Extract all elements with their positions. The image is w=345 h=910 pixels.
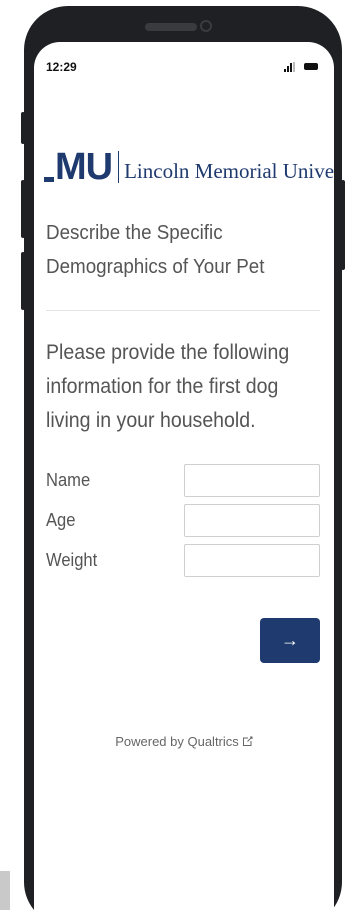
side-button-volume-down — [21, 252, 25, 310]
logo-mark: MU — [44, 148, 113, 186]
logo-divider — [118, 151, 120, 183]
survey-heading: Describe the Specific Demographics of Yo… — [46, 222, 265, 278]
screenshot-stage: 12:29 MU Lincoln Memorial Universit Desc… — [0, 0, 345, 910]
phone-screen: 12:29 MU Lincoln Memorial Universit Desc… — [34, 42, 334, 910]
phone-camera — [200, 20, 212, 32]
section-divider — [46, 310, 320, 311]
name-field[interactable] — [184, 464, 320, 497]
side-button-volume-up — [21, 180, 25, 238]
weight-label: Weight — [46, 550, 98, 570]
university-logo: MU Lincoln Memorial Universit — [44, 148, 334, 186]
name-label: Name — [46, 470, 91, 490]
logo-dash — [44, 177, 54, 182]
corner-block — [0, 871, 10, 910]
phone-speaker — [145, 23, 197, 31]
question-text: Please provide the following information… — [46, 341, 290, 432]
powered-by-link[interactable]: Powered by Qualtrics — [34, 734, 334, 749]
external-link-icon — [242, 736, 253, 746]
next-button[interactable]: → — [260, 618, 320, 663]
status-time: 12:29 — [46, 60, 77, 74]
side-button-mute — [21, 112, 25, 144]
logo-mark-text: MU — [55, 146, 113, 188]
battery-icon — [304, 63, 318, 70]
age-field[interactable] — [184, 504, 320, 537]
age-label: Age — [46, 510, 76, 530]
signal-icon — [284, 62, 298, 72]
powered-by-text: Powered by Qualtrics — [115, 734, 239, 749]
logo-name: Lincoln Memorial Universit — [124, 159, 334, 183]
side-button-power — [341, 180, 345, 270]
weight-field[interactable] — [184, 544, 320, 577]
arrow-right-icon: → — [281, 630, 299, 650]
